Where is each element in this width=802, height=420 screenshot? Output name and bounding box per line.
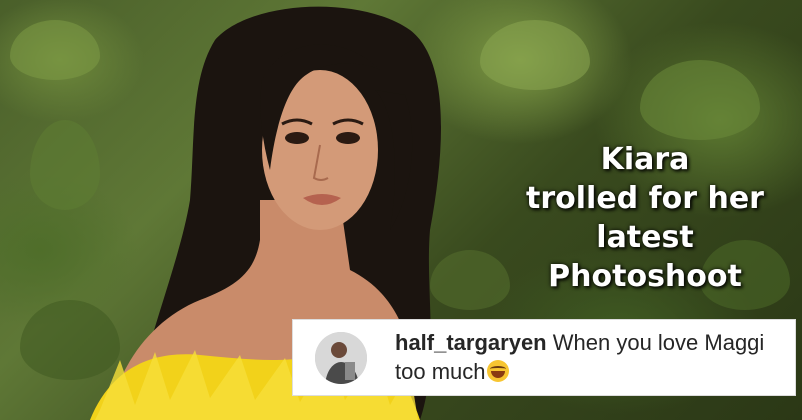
avatar-image — [315, 332, 367, 384]
headline-line: Kiara — [600, 142, 690, 177]
comment-text-line1: When you love Maggi — [552, 330, 765, 355]
face-with-tears-of-joy-icon — [486, 360, 509, 382]
headline-line: Photoshoot — [548, 259, 742, 294]
headline-text: Kiara trolled for her latest Photoshoot — [520, 140, 770, 296]
headline-line: trolled for her — [526, 181, 764, 216]
avatar[interactable] — [315, 332, 367, 384]
headline-line: latest — [596, 220, 694, 255]
comment-body: half_targaryen When you love Maggi too m… — [395, 328, 785, 386]
instagram-comment: half_targaryen When you love Maggi too m… — [292, 319, 796, 396]
comment-text-line2: too much — [395, 359, 486, 384]
comment-username[interactable]: half_targaryen — [395, 330, 547, 355]
